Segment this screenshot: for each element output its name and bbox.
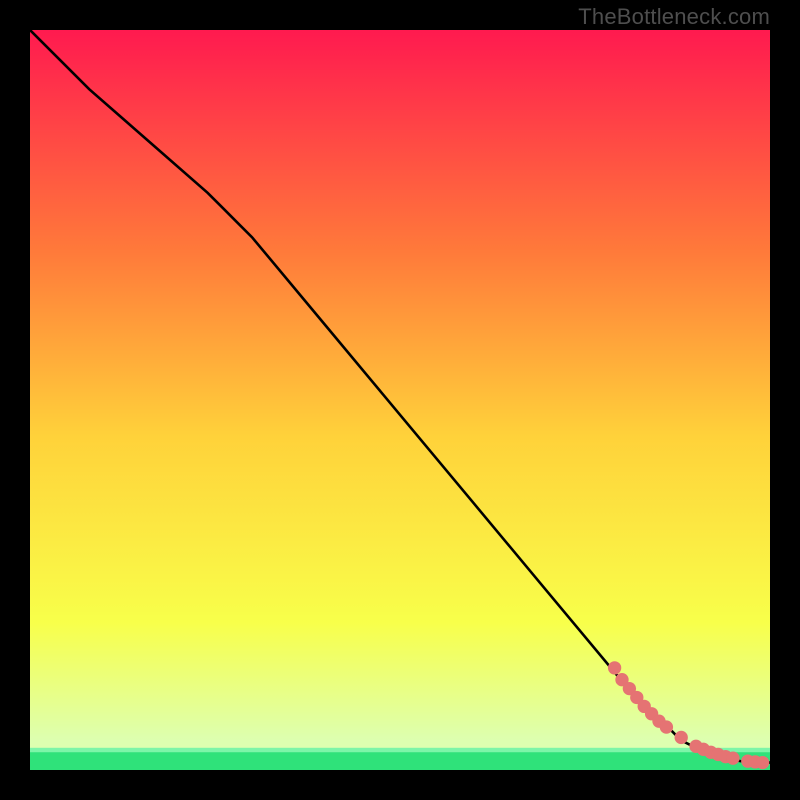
watermark-label: TheBottleneck.com [578,4,770,30]
chart-frame: TheBottleneck.com [0,0,800,800]
gradient-bg [30,30,770,770]
marker-point [660,720,673,733]
green-band-highlight [30,748,770,752]
marker-point [608,661,621,674]
marker-point [756,756,769,769]
marker-point [726,752,739,765]
chart-plot [30,30,770,770]
green-band [30,749,770,770]
marker-point [675,731,688,744]
